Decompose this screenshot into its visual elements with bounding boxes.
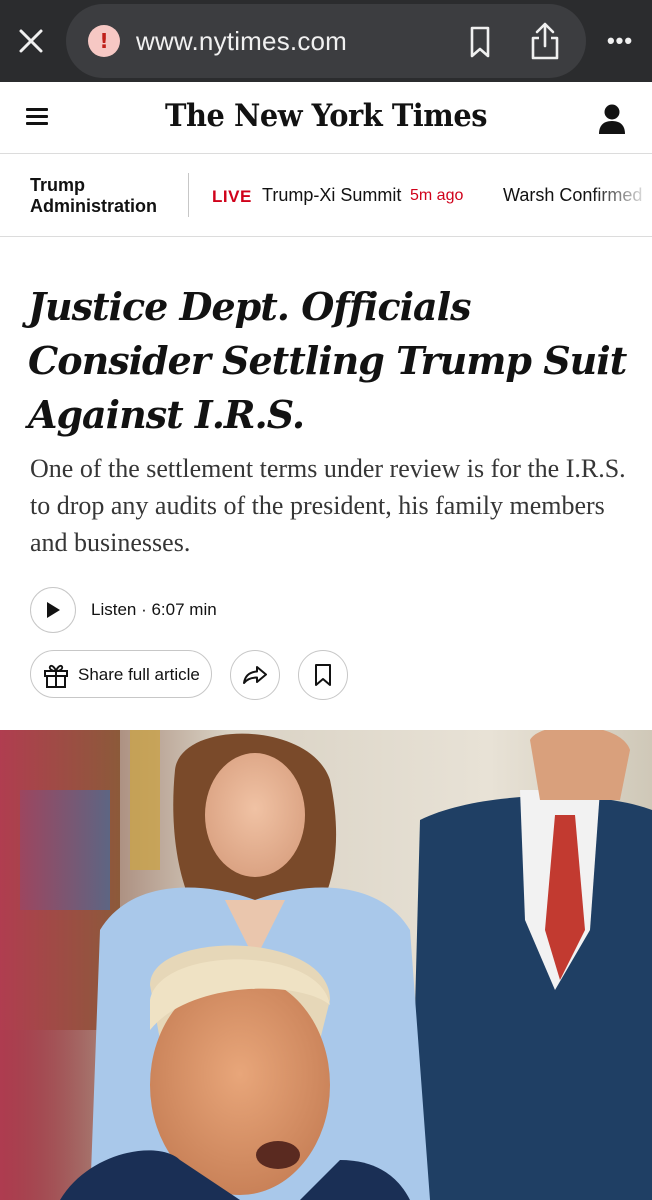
gift-icon bbox=[44, 664, 68, 688]
menu-icon[interactable] bbox=[26, 108, 52, 128]
play-icon bbox=[47, 602, 60, 618]
share-full-article-button[interactable]: Share full article bbox=[30, 650, 212, 698]
live-badge[interactable]: LIVE bbox=[212, 187, 252, 207]
section-nav: Trump Administration LIVE Trump-Xi Summi… bbox=[0, 155, 652, 237]
site-header: The New York Times bbox=[0, 82, 652, 154]
share-button[interactable] bbox=[230, 650, 280, 700]
article-headline: Justice Dept. Officials Consider Settlin… bbox=[28, 284, 627, 437]
story-timestamp: 5m ago bbox=[410, 187, 464, 204]
forward-icon bbox=[243, 666, 267, 684]
save-icon bbox=[315, 664, 331, 686]
section-label[interactable]: Trump Administration bbox=[30, 175, 180, 217]
nyt-logo[interactable]: The New York Times bbox=[162, 98, 489, 134]
story-link-trump-xi[interactable]: Trump-Xi Summit bbox=[262, 185, 401, 206]
section-divider bbox=[188, 173, 189, 217]
bookmark-icon[interactable] bbox=[464, 24, 496, 60]
listen-duration[interactable]: Listen · 6:07 min bbox=[91, 600, 217, 620]
scroll-fade bbox=[592, 155, 652, 236]
browser-toolbar: ! www.nytimes.com ••• bbox=[0, 0, 652, 82]
lead-photo bbox=[0, 730, 652, 1200]
article-summary: One of the settlement terms under review… bbox=[30, 454, 626, 557]
share-icon[interactable] bbox=[528, 20, 562, 62]
address-bar[interactable]: ! www.nytimes.com bbox=[66, 4, 586, 78]
save-button[interactable] bbox=[298, 650, 348, 700]
share-full-article-label: Share full article bbox=[78, 665, 200, 684]
url-text[interactable]: www.nytimes.com bbox=[136, 26, 347, 57]
account-icon[interactable] bbox=[596, 102, 628, 136]
close-button[interactable] bbox=[14, 24, 48, 58]
warning-icon[interactable]: ! bbox=[88, 25, 120, 57]
more-icon[interactable]: ••• bbox=[600, 28, 640, 54]
close-icon bbox=[19, 29, 43, 53]
play-button[interactable] bbox=[30, 587, 76, 633]
